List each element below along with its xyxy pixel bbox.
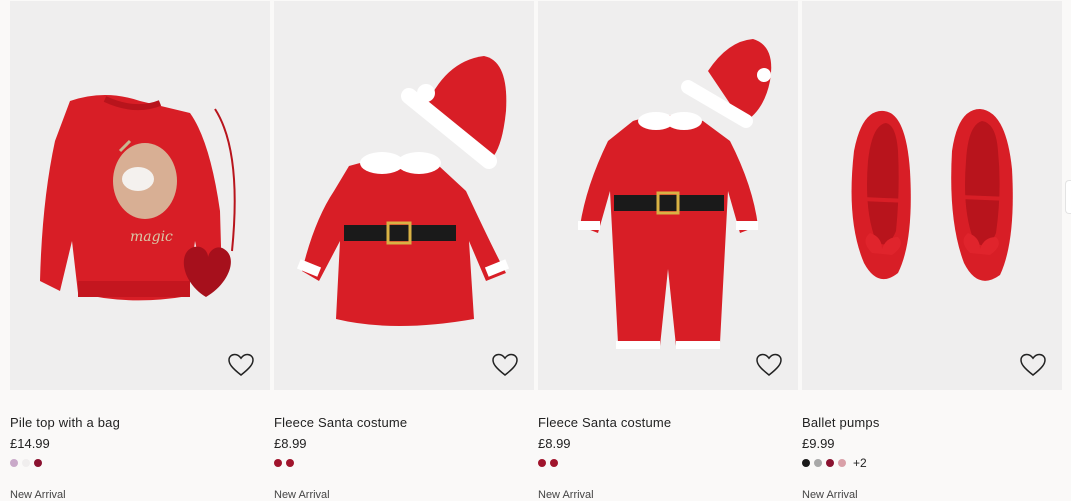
new-arrival-badge: New Arrival bbox=[538, 489, 594, 501]
color-swatches bbox=[10, 457, 270, 469]
more-colors-count[interactable]: +2 bbox=[853, 456, 867, 470]
product-price: £9.99 bbox=[802, 436, 835, 451]
product-card[interactable]: Fleece Santa costume £8.99 New Arrival bbox=[538, 1, 798, 501]
color-swatch[interactable] bbox=[274, 459, 282, 467]
product-card[interactable]: magic Pile top with a bag £14.99 New Arr… bbox=[10, 1, 270, 501]
product-grid: magic Pile top with a bag £14.99 New Arr… bbox=[10, 1, 1062, 501]
new-arrival-badge: New Arrival bbox=[10, 489, 66, 501]
product-image[interactable]: magic bbox=[10, 1, 270, 390]
color-swatch[interactable] bbox=[34, 459, 42, 467]
color-swatch[interactable] bbox=[826, 459, 834, 467]
product-image[interactable] bbox=[802, 1, 1062, 390]
product-price: £8.99 bbox=[538, 436, 571, 451]
santa-romper-image bbox=[578, 39, 772, 349]
product-name[interactable]: Fleece Santa costume bbox=[538, 415, 798, 431]
color-swatch[interactable] bbox=[814, 459, 822, 467]
new-arrival-badge: New Arrival bbox=[802, 489, 858, 501]
heart-icon[interactable] bbox=[1020, 353, 1046, 377]
svg-text:magic: magic bbox=[130, 229, 173, 245]
color-swatches: +2 bbox=[802, 456, 1062, 470]
product-price: £8.99 bbox=[274, 436, 307, 451]
color-swatch[interactable] bbox=[838, 459, 846, 467]
color-swatches bbox=[274, 457, 534, 469]
color-swatch[interactable] bbox=[22, 459, 30, 467]
product-price: £14.99 bbox=[10, 436, 50, 451]
heart-icon[interactable] bbox=[756, 353, 782, 377]
product-name[interactable]: Pile top with a bag bbox=[10, 415, 270, 431]
product-card[interactable]: Ballet pumps £9.99 +2 New Arrival bbox=[802, 1, 1062, 501]
product-card[interactable]: Fleece Santa costume £8.99 New Arrival bbox=[274, 1, 534, 501]
color-swatch[interactable] bbox=[538, 459, 546, 467]
color-swatch[interactable] bbox=[286, 459, 294, 467]
heart-icon[interactable] bbox=[228, 353, 254, 377]
product-name[interactable]: Fleece Santa costume bbox=[274, 415, 534, 431]
product-image[interactable] bbox=[538, 1, 798, 390]
sweater-with-bag-image: magic bbox=[40, 95, 236, 301]
heart-icon[interactable] bbox=[492, 353, 518, 377]
carousel-next-button[interactable] bbox=[1065, 180, 1071, 214]
color-swatch[interactable] bbox=[802, 459, 810, 467]
product-name[interactable]: Ballet pumps bbox=[802, 415, 1062, 431]
santa-dress-image bbox=[296, 56, 510, 326]
ballet-pumps-image bbox=[851, 109, 1013, 281]
color-swatch[interactable] bbox=[10, 459, 18, 467]
color-swatch[interactable] bbox=[550, 459, 558, 467]
color-swatches bbox=[538, 457, 798, 469]
product-image[interactable] bbox=[274, 1, 534, 390]
new-arrival-badge: New Arrival bbox=[274, 489, 330, 501]
